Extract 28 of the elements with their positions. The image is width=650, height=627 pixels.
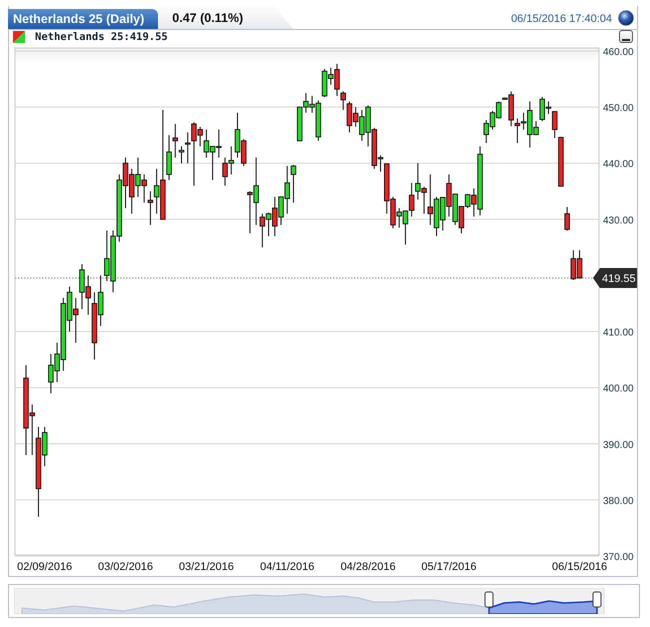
x-axis-label: 06/15/2016 [552,561,608,571]
ref-line-label: 419.55 [602,272,636,285]
y-axis-label: 410.00 [603,328,634,339]
y-axis-label: 370.00 [603,552,634,563]
candlestick [564,206,570,232]
x-axis-label: 04/28/2016 [340,561,396,571]
price-tag: 419.55 [593,268,637,288]
y-axis-label: 380.00 [603,496,634,507]
x-axis-label: 03/21/2016 [178,561,234,571]
y-axis-label: 430.00 [603,215,634,226]
orb-icon[interactable] [618,10,634,26]
timestamp: 06/15/2016 17:40:04 [511,13,612,25]
x-axis-label: 03/02/2016 [98,561,154,571]
x-axis-label: 05/17/2016 [421,561,476,571]
y-axis-label: 460.00 [603,47,634,58]
y-axis-label: 440.00 [603,159,634,170]
candle-legend-icon [13,30,25,42]
minus-icon [622,38,630,42]
y-axis-label: 450.00 [603,103,634,114]
x-axis-label: 04/11/2016 [260,561,314,571]
y-axis-label: 400.00 [603,384,634,395]
chart-title-tab[interactable]: Netherlands 25 (Daily) [8,9,158,29]
minimize-button[interactable] [619,30,633,43]
y-axis-label: 390.00 [603,440,634,451]
selected-range-drawing[interactable] [484,592,602,614]
price-change: 0.47 (0.11%) [158,6,294,29]
x-axis-label: 02/09/2016 [17,561,72,571]
legend-label: Netherlands 25:419.55 [35,30,168,42]
